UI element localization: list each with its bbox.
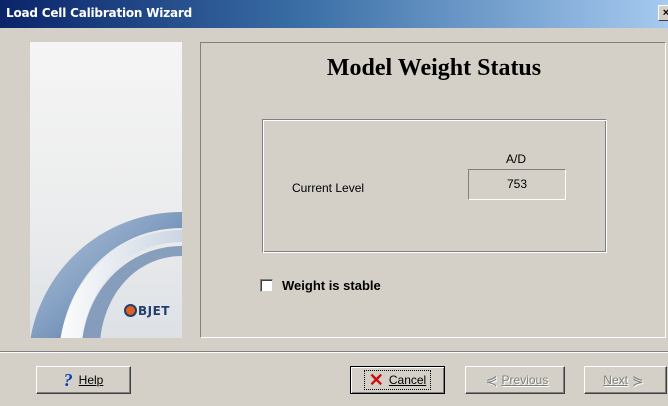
cancel-focus-ring: ✕ Cancel bbox=[363, 370, 432, 390]
wizard-side-image: BJET bbox=[30, 42, 182, 338]
help-button[interactable]: ? Help bbox=[36, 366, 131, 394]
previous-button[interactable]: ⋞ Previous bbox=[465, 366, 565, 394]
x-icon: ✕ bbox=[368, 370, 384, 390]
cancel-button[interactable]: ✕ Cancel bbox=[350, 366, 445, 394]
weight-stable-row[interactable]: Weight is stable bbox=[260, 278, 381, 293]
page-title: Model Weight Status bbox=[326, 55, 542, 81]
weight-stable-checkbox[interactable] bbox=[260, 279, 273, 292]
cancel-button-label: Cancel bbox=[388, 373, 427, 387]
window-title: Load Cell Calibration Wizard bbox=[6, 6, 192, 20]
logo-text: BJET bbox=[138, 304, 170, 318]
weight-stable-label[interactable]: Weight is stable bbox=[282, 278, 381, 293]
objet-logo: BJET bbox=[124, 304, 170, 318]
title-bar: Load Cell Calibration Wizard × bbox=[0, 0, 668, 28]
swirl-graphic bbox=[30, 212, 182, 338]
close-button[interactable]: × bbox=[658, 5, 668, 21]
next-button[interactable]: Next ⋟ bbox=[584, 366, 667, 394]
current-level-label: Current Level bbox=[292, 181, 365, 195]
next-button-label: Next bbox=[603, 373, 628, 387]
content-panel: Model Weight Status A/D Current Level 75… bbox=[200, 42, 666, 338]
logo-o-icon bbox=[124, 304, 137, 317]
arrow-left-icon: ⋞ bbox=[485, 371, 498, 388]
previous-button-label: Previous bbox=[501, 373, 549, 387]
wizard-window: Load Cell Calibration Wizard × BJET Mode… bbox=[0, 0, 668, 406]
footer-divider bbox=[0, 351, 668, 353]
arrow-right-icon: ⋟ bbox=[631, 371, 644, 388]
help-button-label: Help bbox=[78, 373, 104, 387]
level-group-box: A/D Current Level 753 bbox=[262, 119, 607, 253]
question-icon: ? bbox=[63, 369, 73, 390]
current-level-value: 753 bbox=[468, 169, 566, 200]
ad-column-label: A/D bbox=[506, 152, 527, 166]
